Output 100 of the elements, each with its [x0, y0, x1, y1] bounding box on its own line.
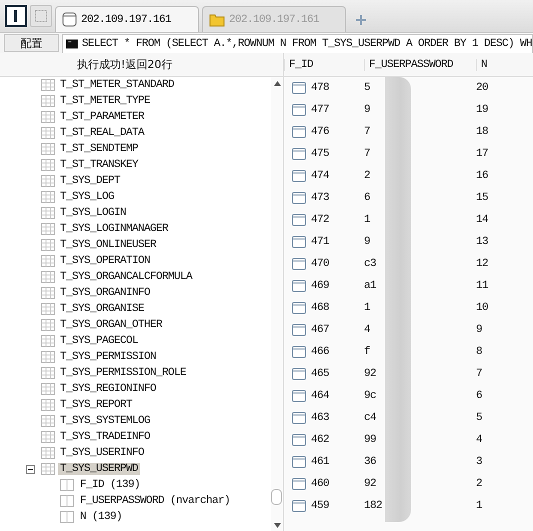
column-header[interactable]: N [476, 58, 533, 70]
row-icon [292, 434, 306, 446]
table-icon [41, 351, 55, 363]
table-cell: 470 [311, 258, 330, 270]
table-cell-text: f [364, 346, 372, 358]
table-icon [41, 143, 55, 155]
table-cell: 461 [311, 456, 330, 468]
table-cell: 468 [311, 302, 330, 314]
table-cell-text: 9 [476, 324, 484, 336]
table-icon [41, 223, 55, 235]
row-icon [292, 324, 306, 336]
table-cell-text: 6 [364, 192, 372, 204]
row-icon [292, 148, 306, 160]
row-icon [292, 280, 306, 292]
table-cell: 475 [311, 148, 330, 160]
table-cell-text: 1 [364, 302, 372, 314]
table-cell-text: 17 [476, 148, 490, 160]
scroll-down-icon[interactable] [274, 523, 281, 528]
connection-tab[interactable]: 202.109.197.161 [55, 6, 199, 32]
table-name[interactable]: T_SYS_USERINFO [58, 447, 146, 459]
table-icon [41, 159, 55, 171]
status-message: 执行成功!返回20行 [77, 57, 172, 72]
table-name[interactable]: T_SYS_ONLINEUSER [58, 239, 158, 251]
table-cell-text: 5 [476, 412, 484, 424]
row-icon [292, 126, 306, 138]
table-name[interactable]: T_SYS_USERPWD [58, 463, 140, 475]
row-icon [292, 478, 306, 490]
sql-field[interactable]: SELECT * FROM (SELECT A.*,ROWNUM N FROM T_SYS_USERPWD A ORDER BY 1 DESC) WH [62, 34, 533, 54]
table-icon [41, 367, 55, 379]
table-cell: 471 [311, 236, 330, 248]
table-cell-text: 3 [476, 456, 484, 468]
table-name[interactable]: T_SYS_LOGINMANAGER [58, 223, 170, 235]
table-name[interactable]: T_ST_SENDTEMP [58, 143, 140, 155]
table-name[interactable]: T_SYS_REPORT [58, 399, 134, 411]
table-cell-text: 14 [476, 214, 490, 226]
table-cell: 478 [311, 82, 330, 94]
table-cell: 477 [311, 104, 330, 116]
database-icon [62, 12, 77, 27]
column-icon [60, 479, 74, 491]
table-cell-text: 16 [476, 170, 490, 182]
table-cell-text: 182 [364, 500, 384, 512]
table-cell: 459 [311, 500, 330, 512]
table-name[interactable]: T_SYS_ORGANISE [58, 303, 146, 315]
table-name[interactable]: T_SYS_REGIONINFO [58, 383, 158, 395]
table-icon [41, 383, 55, 395]
table-name[interactable]: T_ST_REAL_DATA [58, 127, 146, 139]
table-name[interactable]: T_SYS_OPERATION [58, 255, 152, 267]
table-cell-text: 1 [364, 214, 372, 226]
table-cell: 469 [311, 280, 330, 292]
table-name[interactable]: T_ST_TRANSKEY [58, 159, 140, 171]
table-name[interactable]: T_ST_METER_STANDARD [58, 79, 176, 91]
column-header[interactable]: F_USERPASSWORD [364, 58, 476, 70]
table-cell-text: 9 [364, 104, 372, 116]
collapse-icon[interactable] [26, 464, 35, 474]
table-cell-text: 2 [476, 478, 484, 490]
table-cell: 463 [311, 412, 330, 424]
table-name[interactable]: T_SYS_PERMISSION_ROLE [58, 367, 188, 379]
row-icon [292, 82, 306, 94]
scroll-thumb[interactable] [271, 489, 282, 505]
folder-icon [209, 12, 225, 26]
table-cell-text: 13 [476, 236, 490, 248]
column-header[interactable]: F_ID [284, 58, 364, 70]
table-name[interactable]: T_SYS_ORGANINFO [58, 287, 152, 299]
table-icon [41, 287, 55, 299]
config-button[interactable]: 配置 [4, 34, 59, 52]
table-name[interactable]: T_SYS_LOG [58, 191, 116, 203]
table-name[interactable]: T_SYS_PAGECOL [58, 335, 140, 347]
row-icon [292, 412, 306, 424]
table-cell-text: 11 [476, 280, 490, 292]
table-name[interactable]: T_SYS_TRADEINFO [58, 431, 152, 443]
column-name[interactable]: F_USERPASSWORD (nvarchar) [78, 495, 232, 507]
table-icon [41, 415, 55, 427]
row-icon [292, 214, 306, 226]
table-cell-text: 8 [476, 346, 484, 358]
column-name[interactable]: N (139) [78, 511, 124, 523]
table-cell: 476 [311, 126, 330, 138]
column-name[interactable]: F_ID (139) [78, 479, 142, 491]
panel-toggle-icon[interactable] [5, 5, 27, 27]
table-name[interactable]: T_ST_METER_TYPE [58, 95, 152, 107]
table-cell-text: 15 [476, 192, 490, 204]
table-name[interactable]: T_SYS_LOGIN [58, 207, 128, 219]
table-cell-text: 2 [364, 170, 372, 182]
scroll-up-icon[interactable] [274, 81, 281, 86]
table-cell-text: 6 [476, 390, 484, 402]
table-name[interactable]: T_SYS_ORGAN_OTHER [58, 319, 164, 331]
table-name[interactable]: T_SYS_ORGANCALCFORMULA [58, 271, 194, 283]
table-cell: 472 [311, 214, 330, 226]
table-name[interactable]: T_SYS_SYSTEMLOG [58, 415, 152, 427]
table-cell-text: c3 [364, 258, 378, 270]
table-cell-text: 20 [476, 82, 490, 94]
table-name[interactable]: T_ST_PARAMETER [58, 111, 146, 123]
table-cell-text: 4 [476, 434, 484, 446]
table-cell-text: 5 [364, 82, 372, 94]
table-cell: 464 [311, 390, 330, 402]
table-name[interactable]: T_SYS_DEPT [58, 175, 122, 187]
table-cell-text: 92 [364, 478, 378, 490]
table-name[interactable]: T_SYS_PERMISSION [58, 351, 158, 363]
table-cell-text: c4 [364, 412, 378, 424]
table-icon [41, 111, 55, 123]
table-icon [41, 191, 55, 203]
